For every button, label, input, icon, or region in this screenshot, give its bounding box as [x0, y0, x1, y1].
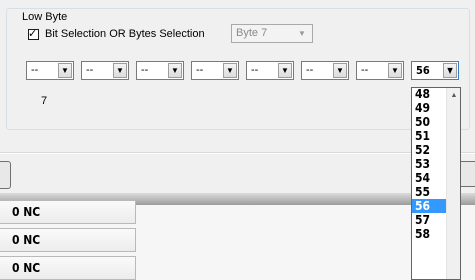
checkbox-label: Bit Selection OR Bytes Selection — [45, 28, 205, 40]
bit-combo-4[interactable]: -- ▼ — [191, 61, 239, 80]
bit-bytes-selection-checkbox[interactable]: ✓ — [28, 26, 39, 40]
dropdown-scrollbar[interactable]: ▲ — [446, 88, 460, 279]
bit-index-label: 7 — [41, 95, 48, 107]
bit-bytes-selection-row[interactable]: ✓ Bit Selection OR Bytes Selection — [28, 25, 205, 43]
bit-combo-6[interactable]: -- ▼ — [301, 61, 349, 80]
chevron-down-icon[interactable]: ▼ — [388, 63, 402, 78]
list-item[interactable]: 0 NC — [0, 200, 136, 224]
dropdown-option-53[interactable]: 53 — [412, 157, 446, 171]
dropdown-option-55[interactable]: 55 — [412, 185, 446, 199]
scroll-up-icon[interactable]: ▲ — [447, 90, 460, 102]
chevron-down-icon[interactable]: ▼ — [168, 63, 182, 78]
bit-combo-7[interactable]: -- ▼ — [356, 61, 404, 80]
group-title: Low Byte — [19, 11, 71, 24]
left-button[interactable] — [0, 161, 11, 189]
chevron-down-icon: ▼ — [298, 29, 306, 38]
background-window: 0 NC 0 NC 0 NC — [0, 200, 475, 280]
dropdown-option-57[interactable]: 57 — [412, 213, 446, 227]
chevron-down-icon[interactable]: ▼ — [223, 63, 237, 78]
dropdown-option-48[interactable]: 48 — [412, 88, 446, 101]
combo-value: -- — [306, 64, 314, 76]
dropdown-option-50[interactable]: 50 — [412, 115, 446, 129]
chevron-down-icon[interactable]: ▼ — [333, 63, 347, 78]
bit-combo-8[interactable]: 56 ▼ — [411, 61, 459, 80]
combo-value: 56 — [416, 64, 430, 77]
dropdown-option-56[interactable]: 56 — [412, 199, 446, 213]
chevron-down-icon[interactable]: ▼ — [58, 63, 72, 78]
dropdown-items: 48 49 50 51 52 53 54 55 56 57 58 — [412, 88, 446, 241]
combo-value: -- — [31, 64, 39, 76]
combo-value: -- — [361, 64, 369, 76]
dropdown-option-49[interactable]: 49 — [412, 101, 446, 115]
checkmark-icon: ✓ — [28, 26, 38, 40]
bit-combo-5[interactable]: -- ▼ — [246, 61, 294, 80]
dropdown-option-52[interactable]: 52 — [412, 143, 446, 157]
chevron-down-icon[interactable]: ▼ — [278, 63, 292, 78]
dropdown-option-54[interactable]: 54 — [412, 171, 446, 185]
byte-select[interactable]: Byte 7 ▼ — [231, 24, 313, 43]
dialog-panel: Low Byte ✓ Bit Selection OR Bytes Select… — [0, 0, 475, 193]
byte-select-value: Byte 7 — [236, 27, 268, 39]
bit-combo-2[interactable]: -- ▼ — [81, 61, 129, 80]
combo-value: -- — [86, 64, 94, 76]
bit-combo-3[interactable]: -- ▼ — [136, 61, 184, 80]
dropdown-option-58[interactable]: 58 — [412, 227, 446, 241]
bit-combo-1[interactable]: -- ▼ — [26, 61, 74, 80]
combo-value: -- — [196, 64, 204, 76]
divider — [0, 152, 475, 154]
dropdown-listbox[interactable]: 48 49 50 51 52 53 54 55 56 57 58 ▲ — [411, 87, 461, 280]
list-item[interactable]: 0 NC — [0, 256, 136, 280]
combo-value: -- — [251, 64, 259, 76]
chevron-down-icon[interactable]: ▼ — [443, 63, 457, 78]
chevron-down-icon[interactable]: ▼ — [113, 63, 127, 78]
combo-value: -- — [141, 64, 149, 76]
dropdown-option-51[interactable]: 51 — [412, 129, 446, 143]
list-item[interactable]: 0 NC — [0, 228, 136, 252]
